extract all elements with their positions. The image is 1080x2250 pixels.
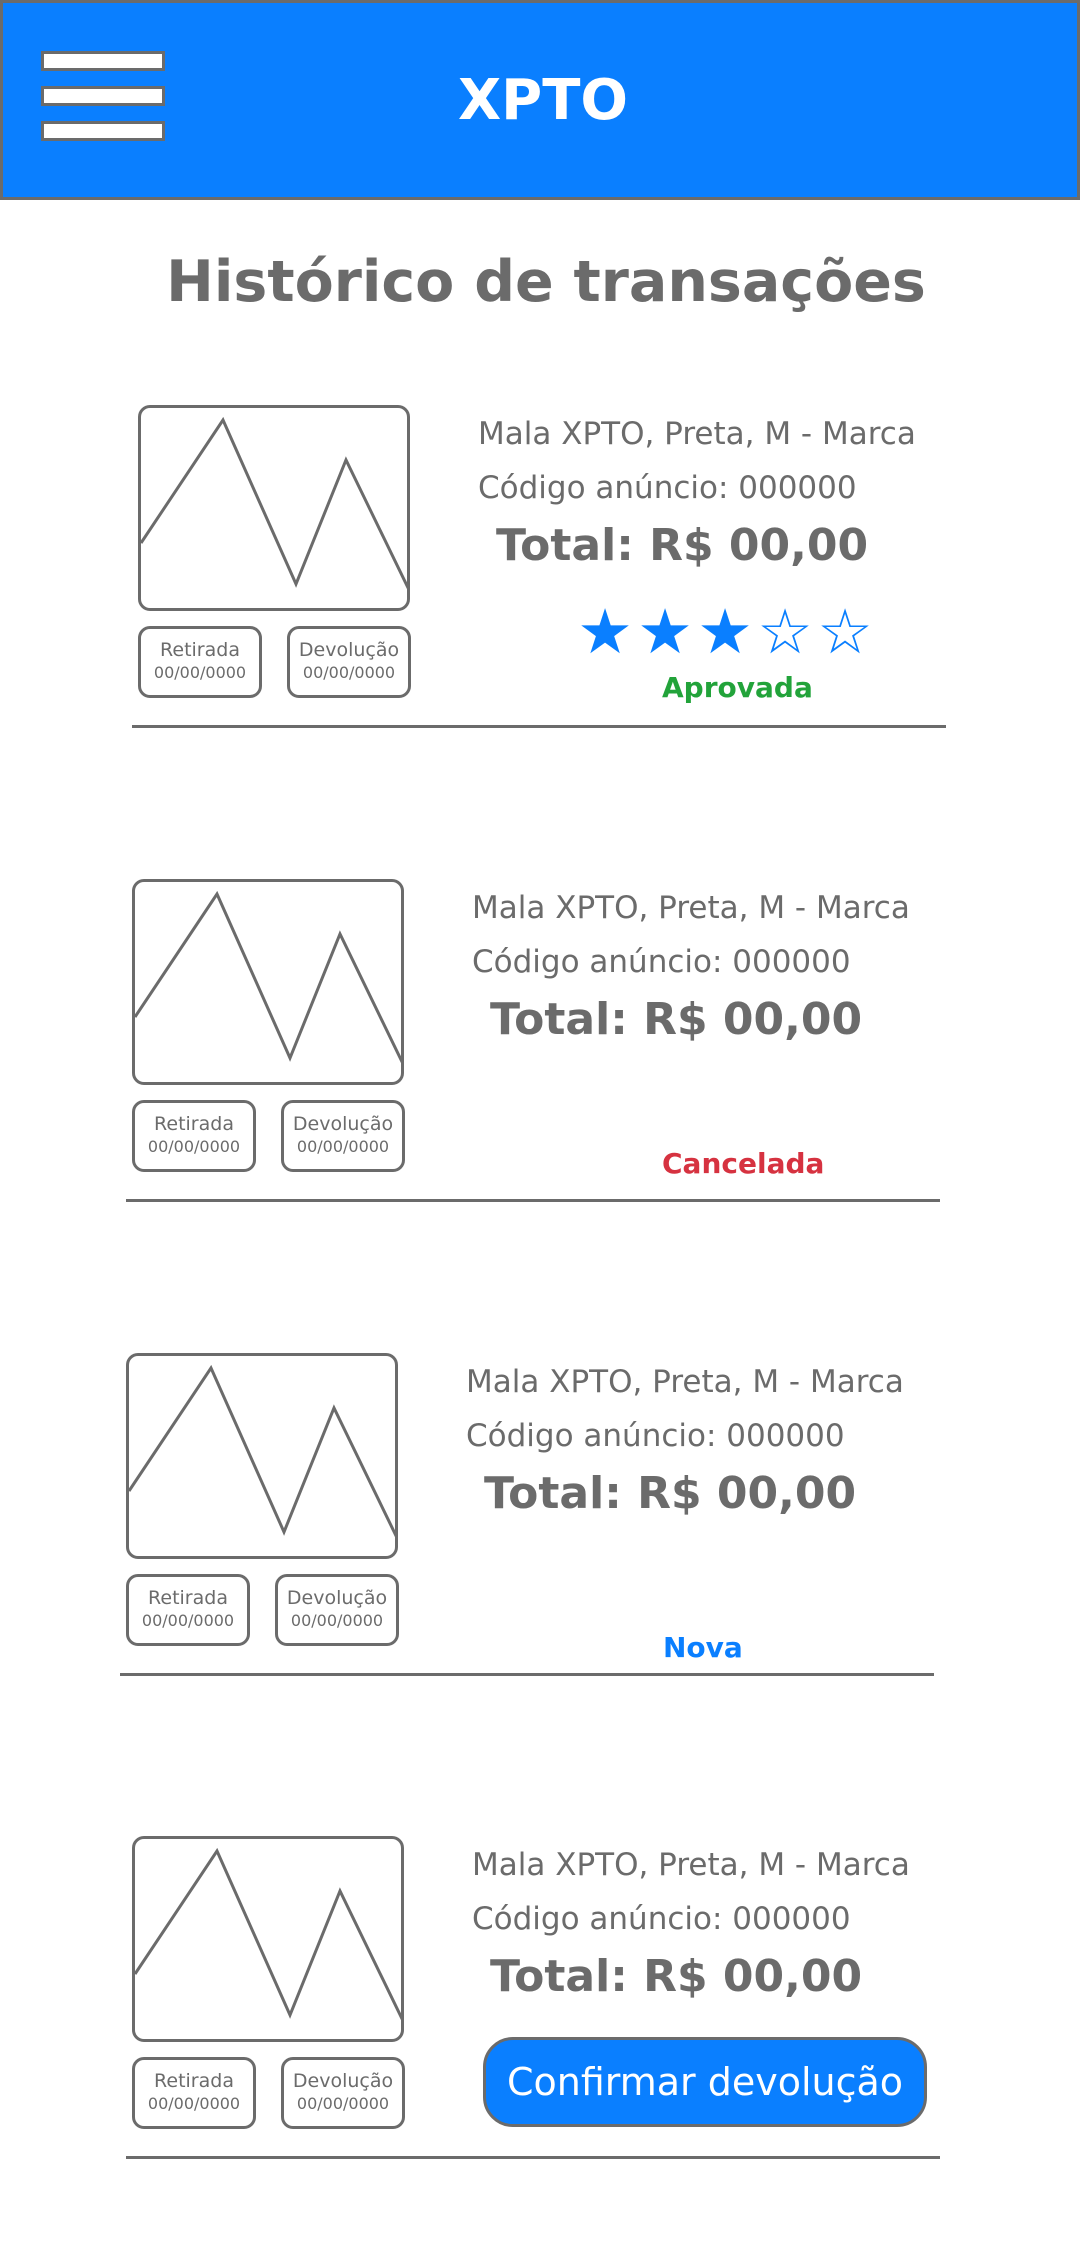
ad-code: Código anúncio: 000000 xyxy=(478,470,857,506)
rating-stars: ★★★☆☆ xyxy=(575,600,875,664)
pickup-date-box: Retirada 00/00/0000 xyxy=(126,1574,250,1646)
confirm-return-button[interactable]: Confirmar devolução xyxy=(483,2037,927,2127)
return-label: Devolução xyxy=(286,1587,388,1609)
transaction-card: Retirada 00/00/0000 Devolução 00/00/0000… xyxy=(0,1348,1080,1688)
return-date: 00/00/0000 xyxy=(296,1137,390,1156)
pickup-label: Retirada xyxy=(154,2070,234,2092)
pickup-label: Retirada xyxy=(154,1113,234,1135)
status-badge: Nova xyxy=(663,1631,743,1664)
return-date-box: Devolução 00/00/0000 xyxy=(281,2057,405,2129)
image-placeholder-icon xyxy=(135,1847,401,2021)
return-date-box: Devolução 00/00/0000 xyxy=(281,1100,405,1172)
return-date: 00/00/0000 xyxy=(290,1611,384,1630)
transaction-card: Retirada 00/00/0000 Devolução 00/00/0000… xyxy=(0,400,1080,740)
return-label: Devolução xyxy=(292,2070,394,2092)
product-image-placeholder[interactable] xyxy=(132,1836,404,2042)
divider xyxy=(132,725,946,728)
pickup-date-box: Retirada 00/00/0000 xyxy=(132,1100,256,1172)
total-price: Total: R$ 00,00 xyxy=(490,994,863,1045)
status-badge: Cancelada xyxy=(662,1147,825,1180)
return-label: Devolução xyxy=(292,1113,394,1135)
image-placeholder-icon xyxy=(129,1364,395,1538)
product-name: Mala XPTO, Preta, M - Marca xyxy=(466,1364,904,1400)
product-image-placeholder[interactable] xyxy=(132,879,404,1085)
ad-code: Código anúncio: 000000 xyxy=(466,1418,845,1454)
product-name: Mala XPTO, Preta, M - Marca xyxy=(472,1847,910,1883)
return-date-box: Devolução 00/00/0000 xyxy=(287,626,411,698)
image-placeholder-icon xyxy=(141,416,407,590)
image-placeholder-icon xyxy=(135,890,401,1064)
star-filled-icon[interactable]: ★ xyxy=(635,600,695,664)
return-date: 00/00/0000 xyxy=(302,663,396,682)
pickup-date-box: Retirada 00/00/0000 xyxy=(138,626,262,698)
product-name: Mala XPTO, Preta, M - Marca xyxy=(478,416,916,452)
star-filled-icon[interactable]: ★ xyxy=(575,600,635,664)
pickup-date: 00/00/0000 xyxy=(147,2094,241,2113)
app-header: XPTO xyxy=(0,0,1080,200)
transaction-card: Retirada 00/00/0000 Devolução 00/00/0000… xyxy=(0,874,1080,1214)
pickup-date: 00/00/0000 xyxy=(153,663,247,682)
transaction-card: Retirada 00/00/0000 Devolução 00/00/0000… xyxy=(0,1831,1080,2171)
total-price: Total: R$ 00,00 xyxy=(496,520,869,571)
return-date: 00/00/0000 xyxy=(296,2094,390,2113)
divider xyxy=(126,2156,940,2159)
page-title: Histórico de transações xyxy=(166,249,926,315)
total-price: Total: R$ 00,00 xyxy=(490,1951,863,2002)
pickup-label: Retirada xyxy=(148,1587,228,1609)
return-date-box: Devolução 00/00/0000 xyxy=(275,1574,399,1646)
pickup-date: 00/00/0000 xyxy=(141,1611,235,1630)
app-title: XPTO xyxy=(457,68,629,133)
pickup-date-box: Retirada 00/00/0000 xyxy=(132,2057,256,2129)
divider xyxy=(126,1199,940,1202)
pickup-date: 00/00/0000 xyxy=(147,1137,241,1156)
divider xyxy=(120,1673,934,1676)
return-label: Devolução xyxy=(298,639,400,661)
star-filled-icon[interactable]: ★ xyxy=(695,600,755,664)
ad-code: Código anúncio: 000000 xyxy=(472,944,851,980)
total-price: Total: R$ 00,00 xyxy=(484,1468,857,1519)
ad-code: Código anúncio: 000000 xyxy=(472,1901,851,1937)
product-image-placeholder[interactable] xyxy=(138,405,410,611)
product-name: Mala XPTO, Preta, M - Marca xyxy=(472,890,910,926)
star-empty-icon[interactable]: ☆ xyxy=(755,600,815,664)
pickup-label: Retirada xyxy=(160,639,240,661)
status-badge: Aprovada xyxy=(662,671,813,704)
product-image-placeholder[interactable] xyxy=(126,1353,398,1559)
star-empty-icon[interactable]: ☆ xyxy=(815,600,875,664)
